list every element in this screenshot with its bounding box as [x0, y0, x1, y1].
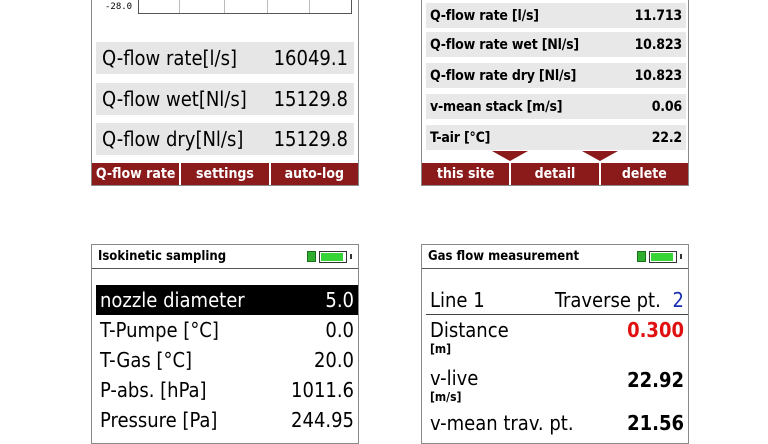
detail-softkey[interactable]: detail — [511, 163, 601, 185]
row-unit: [m] — [430, 342, 452, 356]
row-value: 0.300 — [627, 318, 684, 342]
battery-icon — [307, 250, 352, 263]
row-label: Q-flow rate [l/s] — [430, 7, 539, 24]
nozzle-diameter-row[interactable]: nozzle diameter 5.0 — [96, 285, 358, 315]
row-label: Q-flow rate wet [Nl/s] — [430, 36, 579, 53]
pressure-row[interactable]: Pressure [Pa] 244.95 — [96, 405, 358, 435]
distance-row: Distance [m] 0.300 — [426, 318, 688, 362]
row-label: T-Gas [°C] — [100, 348, 193, 372]
site-results-screen: Q-flow rate [l/s] 11.713 Q-flow rate wet… — [421, 0, 689, 186]
title-bar: Isokinetic sampling — [92, 245, 358, 269]
row-value: 10.823 — [634, 36, 683, 53]
row-unit: [m/s] — [430, 390, 462, 404]
row-value: 244.95 — [291, 408, 354, 432]
v-live-row: v-live [m/s] 22.92 — [426, 366, 688, 410]
battery-tip — [350, 254, 352, 259]
row-label: P-abs. [hPa] — [100, 378, 207, 402]
qflow-wet-row: Q-flow wet[Nl/s] 15129.8 — [96, 83, 354, 115]
chart-gridline — [224, 0, 225, 13]
flow-chart: -28.0 — [98, 0, 354, 27]
screen-title: Isokinetic sampling — [98, 249, 227, 264]
row-value: 20.0 — [313, 348, 354, 372]
scroll-down-indicator — [492, 151, 528, 161]
battery-tip — [680, 254, 682, 259]
row-value: 11.713 — [634, 7, 683, 24]
row-label: Q-flow dry[Nl/s] — [102, 127, 244, 151]
scroll-down-indicator — [582, 151, 618, 161]
row-label: T-Pumpe [°C] — [100, 318, 219, 342]
chart-gridline — [267, 0, 268, 13]
traverse-value: 2 — [672, 287, 684, 312]
row-label: Q-flow wet[Nl/s] — [102, 87, 247, 111]
battery-fill — [321, 252, 343, 261]
traverse-point: Traverse pt. 2 — [555, 288, 684, 312]
settings-softkey[interactable]: settings — [181, 163, 271, 185]
row-value: 10.823 — [634, 67, 683, 84]
chart-gridline — [309, 0, 310, 13]
row-value: 22.92 — [627, 368, 684, 392]
row-value: 15129.8 — [273, 127, 348, 151]
qflow-dry-row: Q-flow dry[Nl/s] 15129.8 — [96, 123, 354, 155]
row-label: Pressure [Pa] — [100, 408, 218, 432]
battery-body — [649, 250, 677, 263]
chart-gridline — [179, 0, 180, 13]
qflow-rate-dry-row: Q-flow rate dry [Nl/s] 10.823 — [426, 63, 686, 88]
row-value: 0.06 — [651, 98, 682, 115]
row-value: 0.0 — [325, 318, 354, 342]
screen-title: Gas flow measurement — [428, 249, 580, 264]
chart-frame — [138, 0, 352, 14]
traverse-label: Traverse pt. — [554, 287, 661, 312]
row-value: 1011.6 — [291, 378, 354, 402]
mains-indicator-icon — [637, 251, 646, 262]
this-site-softkey[interactable]: this site — [422, 163, 512, 185]
row-value: 16049.1 — [273, 46, 348, 70]
delete-softkey[interactable]: delete — [601, 163, 688, 185]
row-label: Q-flow rate[l/s] — [102, 46, 238, 70]
v-mean-stack-row: v-mean stack [m/s] 0.06 — [426, 94, 686, 119]
row-value: 5.0 — [325, 288, 354, 312]
gas-flow-screen: Gas flow measurement Line 1 Traverse pt.… — [421, 244, 689, 444]
qflow-rate-wet-row: Q-flow rate wet [Nl/s] 10.823 — [426, 32, 686, 57]
chart-y-tick: -28.0 — [105, 2, 133, 12]
row-value: 22.2 — [651, 129, 682, 146]
row-label: v-mean stack [m/s] — [430, 98, 563, 115]
row-value: 15129.8 — [273, 87, 348, 111]
row-label: nozzle diameter — [100, 288, 245, 312]
t-gas-row[interactable]: T-Gas [°C] 20.0 — [96, 345, 358, 375]
t-air-row: T-air [°C] 22.2 — [426, 125, 686, 150]
battery-body — [319, 250, 347, 263]
line-label: Line 1 — [430, 287, 485, 312]
t-pumpe-row[interactable]: T-Pumpe [°C] 0.0 — [96, 315, 358, 345]
row-value: 21.56 — [627, 411, 684, 435]
title-bar: Gas flow measurement — [422, 245, 688, 269]
p-abs-row[interactable]: P-abs. [hPa] 1011.6 — [96, 375, 358, 405]
v-mean-trav-row: v-mean trav. pt. 21.56 — [426, 411, 688, 441]
softkey-bar: this site detail delete — [422, 163, 688, 185]
auto-log-softkey[interactable]: auto-log — [271, 163, 358, 185]
qflow-rate-softkey[interactable]: Q-flow rate — [92, 163, 182, 185]
isokinetic-screen: Isokinetic sampling nozzle diameter 5.0 … — [91, 244, 359, 444]
mains-indicator-icon — [307, 251, 316, 262]
row-label: T-air [°C] — [430, 129, 491, 146]
battery-fill — [651, 252, 673, 261]
line-traverse-row: Line 1 Traverse pt. 2 — [426, 285, 688, 315]
row-label: Q-flow rate dry [Nl/s] — [430, 67, 577, 84]
qflow-rate-row: Q-flow rate [l/s] 11.713 — [426, 3, 686, 28]
qflow-screen: -28.0 Q-flow rate[l/s] 16049.1 Q-flow we… — [91, 0, 359, 186]
softkey-bar: Q-flow rate settings auto-log — [92, 163, 358, 185]
battery-icon — [637, 250, 682, 263]
qflow-rate-row: Q-flow rate[l/s] 16049.1 — [96, 42, 354, 74]
